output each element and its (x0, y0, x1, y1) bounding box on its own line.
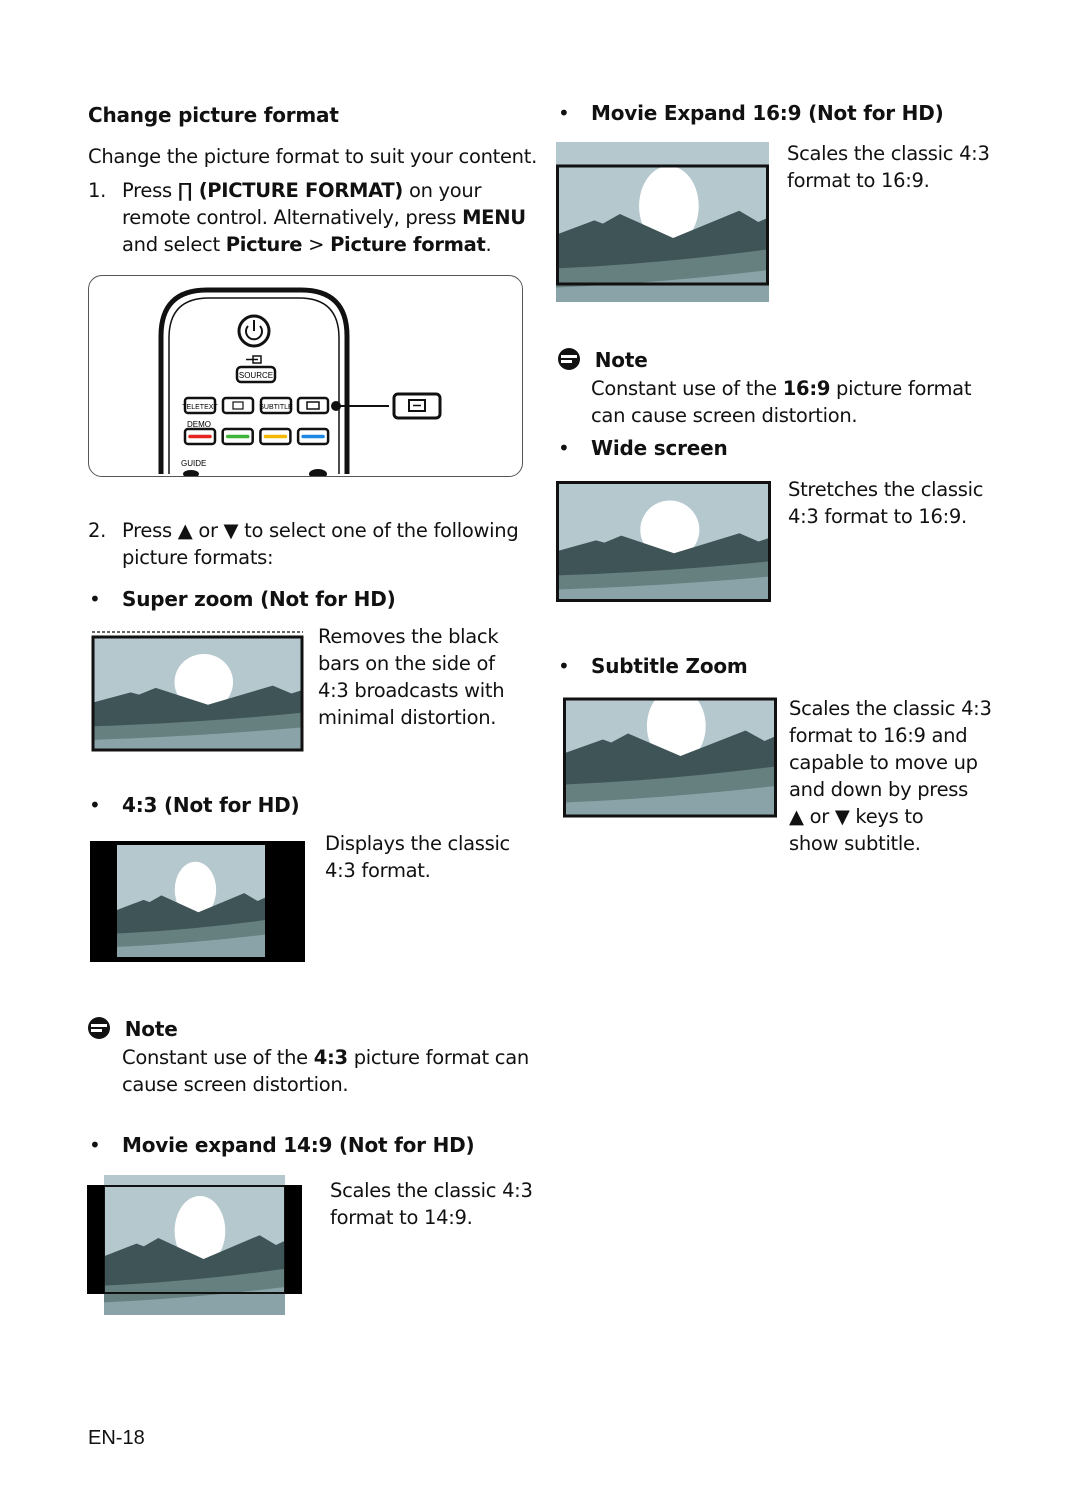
four-three-illustration (90, 841, 305, 962)
landscape-picture (556, 481, 771, 602)
subtitle-zoom-illustration (563, 696, 777, 818)
format-title-movie-expand-16-9: Movie Expand 16:9 (Not for HD) (558, 101, 944, 125)
note-text-16-9: Constant use of the 16:9 picture format … (591, 377, 972, 427)
format-title-super-zoom: Super zoom (Not for HD) (89, 587, 396, 611)
format-desc-subtitle-zoom: Scales the classic 4:3 format to 16:9 and… (789, 697, 992, 855)
demo-label: DEMO (187, 420, 211, 429)
format-desc-4-3: Displays the classic 4:3 format. (325, 832, 510, 882)
format-desc-wide-screen: Stretches the classic 4:3 format to 16:9. (788, 478, 984, 528)
format-title-movie-expand-14-9: Movie expand 14:9 (Not for HD) (89, 1133, 475, 1157)
format-desc-movie-expand-16-9: Scales the classic 4:3 format to 16:9. (787, 142, 990, 192)
movie-expand-14-9-illustration (87, 1175, 302, 1315)
movie-expand-16-9-illustration (556, 142, 769, 302)
format-title-wide-screen: Wide screen (558, 436, 728, 460)
note-heading-4-3: Note (88, 1017, 178, 1041)
wide-screen-illustration (556, 481, 771, 602)
page-number: EN-18 (88, 1427, 145, 1449)
source-key-label: SOURCE (239, 371, 273, 380)
step-2-text: Press ▲ or ▼ to select one of the follow… (122, 519, 519, 569)
format-desc-movie-expand-14-9: Scales the classic 4:3 format to 14:9. (330, 1179, 533, 1229)
note-text-4-3: Constant use of the 4:3 picture format c… (122, 1046, 529, 1096)
landscape-picture (87, 1175, 302, 1315)
guide-label: GUIDE (181, 459, 206, 468)
note-icon (88, 1017, 110, 1039)
step-1-number: 1. (88, 179, 107, 202)
power-button-icon (237, 314, 271, 348)
remote-illustration: SOURCE TELETEXT SUBTITLE DEMO GUIDE (88, 275, 523, 477)
landscape-picture (563, 696, 777, 818)
teletext-key-label: TELETEXT (182, 404, 218, 411)
note-heading-16-9: Note (558, 348, 648, 372)
source-input-icon (246, 355, 262, 364)
step-2-number: 2. (88, 519, 107, 542)
note-icon (558, 348, 580, 370)
intro-text: Change the picture format to suit your c… (88, 145, 537, 168)
subtitle-key-label: SUBTITLE (259, 404, 293, 411)
format-desc-super-zoom: Removes the black bars on the side of 4:3 … (318, 625, 505, 729)
landscape-picture (90, 841, 305, 962)
format-title-4-3: 4:3 (Not for HD) (89, 793, 300, 817)
super-zoom-illustration (90, 630, 305, 755)
format-title-subtitle-zoom: Subtitle Zoom (558, 654, 748, 678)
picture-format-icon: ∏ (177, 179, 193, 202)
landscape-picture (556, 142, 769, 302)
section-title: Change picture format (88, 103, 339, 127)
landscape-picture (91, 631, 304, 752)
step-1-text: Press ∏ (PICTURE FORMAT) on your remote … (122, 179, 526, 256)
